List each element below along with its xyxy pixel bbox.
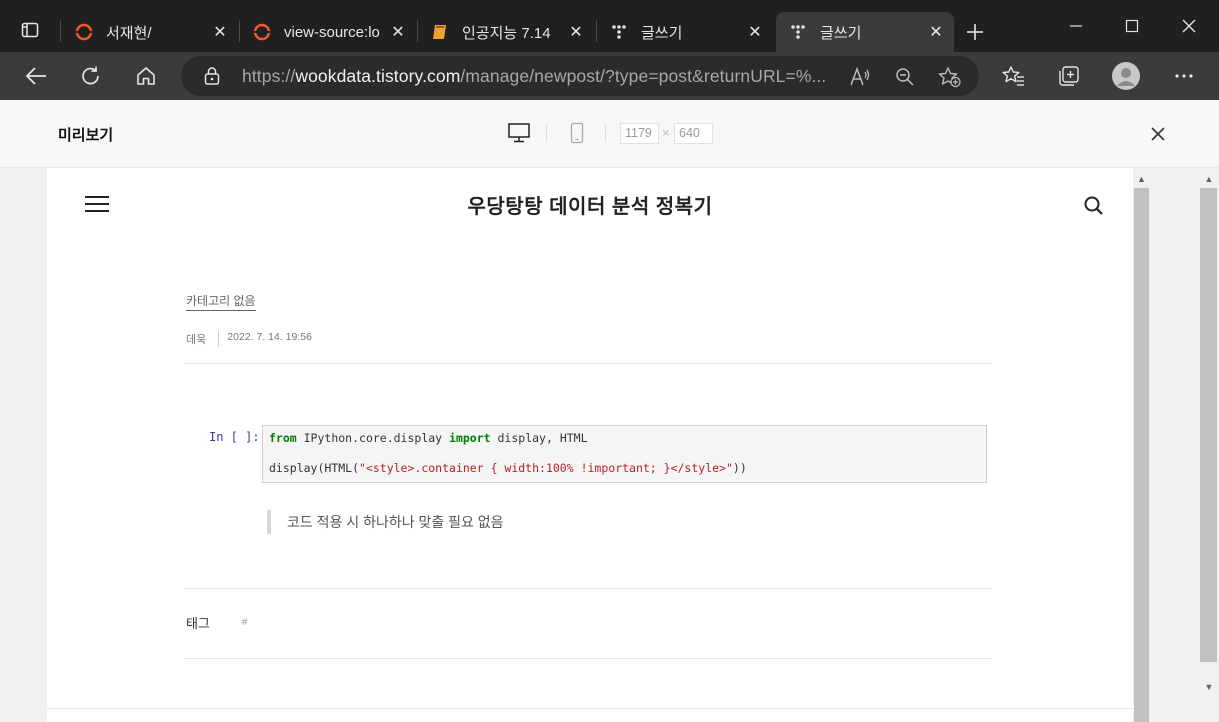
tags-section: 태그 # [186,613,247,632]
new-tab-icon[interactable] [960,18,990,46]
scrollbar-thumb[interactable] [1200,188,1217,662]
tab-title: 글쓰기 [641,24,683,42]
preview-header: 미리보기 1179 × 640 [0,100,1219,168]
divider [605,124,606,142]
window-close-icon[interactable] [1160,0,1218,52]
address-bar[interactable]: https://wookdata.tistory.com/manage/newp… [181,56,979,96]
blockquote: 코드 적용 시 하나하나 맞출 필요 없음 [267,510,504,534]
scroll-up-icon[interactable]: ▲ [1133,170,1150,188]
close-preview-icon[interactable] [1148,124,1168,144]
tab-4[interactable]: 글쓰기 ✕ [597,12,773,52]
page-scrollbar[interactable]: ▲ ▼ [1199,168,1219,722]
tab-5-active[interactable]: 글쓰기 ✕ [776,12,954,52]
tab-1[interactable]: 서재현/ ✕ [62,12,238,52]
divider [185,363,992,364]
tistory-t-icon [788,22,808,42]
url-prefix: https:// [242,66,296,86]
tab-title: 글쓰기 [820,24,862,42]
refresh-icon[interactable] [73,58,109,94]
url-text: https://wookdata.tistory.com/manage/newp… [242,66,826,87]
close-icon[interactable]: ✕ [388,22,408,42]
search-icon[interactable] [1083,195,1105,217]
code-keyword: from [269,431,297,445]
code-string: "<style>.container { width:100% !importa… [359,461,733,475]
blog-title[interactable]: 우당탕탕 데이터 분석 정복기 [47,190,1133,219]
code-text: display(HTML( [269,461,360,475]
divider [47,708,1133,709]
code-block: from IPython.core.display import display… [265,428,984,479]
divider [185,658,992,659]
tab-2[interactable]: view-source:localhost ✕ [240,12,416,52]
preview-scrollbar[interactable]: ▲ [1133,168,1150,722]
mobile-view-icon[interactable] [564,120,590,146]
code-text: )) [732,461,747,475]
zoom-out-icon[interactable] [892,64,918,90]
tab-title: 인공지능 7.14 [462,24,551,42]
more-menu-icon[interactable] [1166,58,1202,94]
scroll-down-icon[interactable]: ▼ [1199,678,1219,696]
post-meta: 데욱 2022. 7. 14. 19:56 [186,331,312,347]
divider [185,588,992,589]
close-icon[interactable]: ✕ [745,22,765,42]
post-author: 데욱 [186,334,207,346]
tab-title: view-source:localhost [284,23,380,41]
maximize-icon[interactable] [1103,0,1161,52]
code-text: display, HTML [490,431,588,445]
size-separator: × [662,125,670,140]
add-favorite-icon[interactable] [937,64,963,90]
url-host: wookdata.tistory.com [295,66,461,86]
preview-width-input[interactable]: 1179 [620,123,659,144]
tab-separator [60,20,61,42]
minimize-icon[interactable] [1047,0,1105,52]
tistory-icon [252,22,272,42]
tab-strip: 서재현/ ✕ view-source:localhost ✕ 인공지능 7.14… [0,0,1219,52]
cell-prompt: In [ ]: [209,430,260,444]
back-icon[interactable] [18,58,54,94]
divider [546,124,547,142]
navigation-bar: https://wookdata.tistory.com/manage/newp… [0,52,1219,100]
book-icon [430,22,450,42]
tistory-t-icon [609,22,629,42]
code-cell: from IPython.core.display import display… [262,425,987,483]
preview-height-input[interactable]: 640 [674,123,713,144]
lock-icon[interactable] [203,66,221,91]
favorites-icon[interactable] [996,58,1032,94]
scrollbar-thumb[interactable] [1134,188,1149,722]
read-aloud-icon[interactable] [847,64,873,90]
profile-avatar-icon[interactable] [1108,58,1144,94]
tag-hash: # [241,617,248,628]
collections-icon[interactable] [1051,58,1087,94]
code-text: IPython.core.display [296,431,450,445]
tab-title: 서재현/ [106,24,152,42]
close-icon[interactable]: ✕ [566,22,586,42]
close-icon[interactable]: ✕ [210,22,230,42]
close-icon[interactable]: ✕ [926,22,946,42]
home-icon[interactable] [128,58,164,94]
desktop-view-icon[interactable] [506,120,532,146]
url-path: /manage/newpost/?type=post&returnURL=%..… [460,66,827,86]
blog-preview-page: 우당탕탕 데이터 분석 정복기 카테고리 없음 데욱 2022. 7. 14. … [47,168,1133,722]
code-keyword: import [449,431,491,445]
scroll-up-icon[interactable]: ▲ [1199,170,1219,188]
post-category-link[interactable]: 카테고리 없음 [186,292,256,311]
tab-3[interactable]: 인공지능 7.14 ✕ [418,12,594,52]
preview-title: 미리보기 [58,127,114,144]
tags-label: 태그 [186,616,210,631]
tistory-icon [74,22,94,42]
post-date: 2022. 7. 14. 19:56 [218,331,312,347]
tab-actions-icon[interactable] [14,14,46,46]
